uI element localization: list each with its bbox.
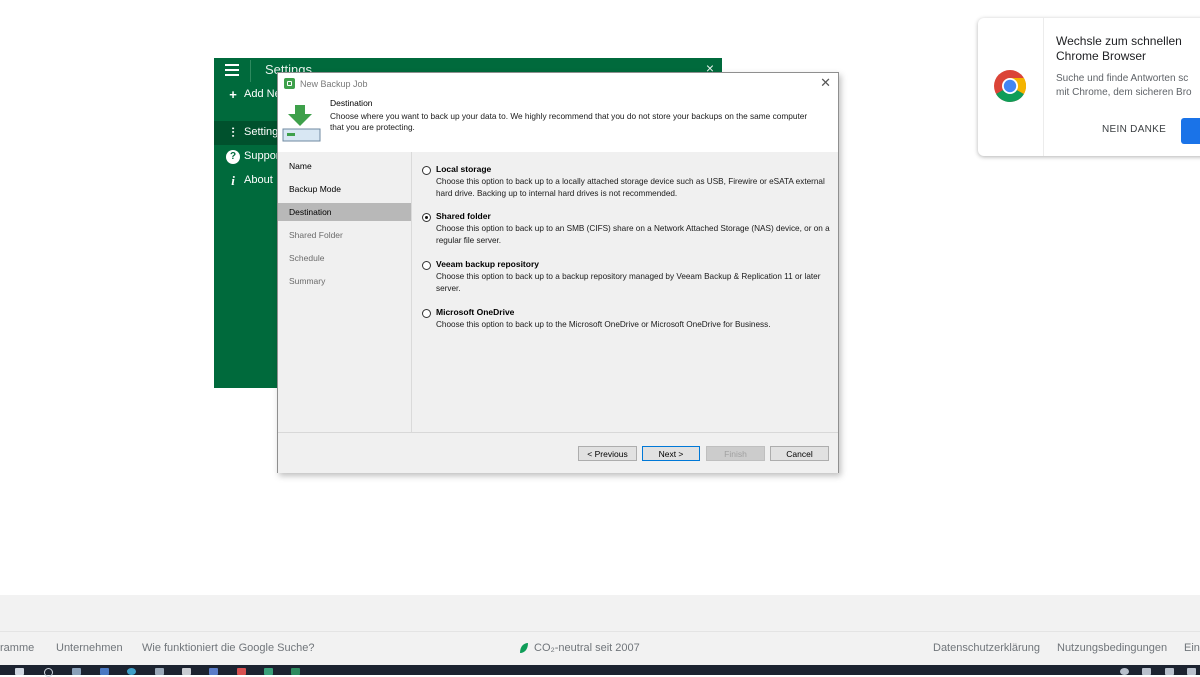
app-icon[interactable]	[182, 668, 191, 675]
promo-desc-line: mit Chrome, dem sicheren Bro	[1056, 87, 1192, 98]
footer-link-how-search-works[interactable]: Wie funktioniert die Google Suche?	[142, 642, 314, 654]
option-description: Choose this option to back up to a local…	[436, 177, 825, 198]
footer-link-privacy[interactable]: Datenschutzerklärung	[933, 642, 1040, 654]
search-icon[interactable]	[44, 668, 53, 677]
radio-shared-folder[interactable]	[422, 213, 431, 222]
chrome-logo-icon	[994, 70, 1027, 103]
tray-icon[interactable]	[1142, 668, 1151, 675]
footer-link-terms[interactable]: Nutzungsbedingungen	[1057, 642, 1167, 654]
info-icon: i	[231, 173, 235, 188]
step-label: Schedule	[289, 253, 325, 263]
option-title: Veeam backup repository	[436, 259, 539, 269]
option-title: Local storage	[436, 164, 492, 174]
step-shared-folder[interactable]: Shared Folder	[278, 226, 411, 244]
promo-title: Wechsle zum schnellen Chrome Browser	[1056, 34, 1182, 63]
leaf-icon	[520, 643, 528, 653]
previous-button[interactable]: < Previous	[578, 446, 637, 461]
option-title: Shared folder	[436, 211, 491, 221]
finish-button[interactable]: Finish	[706, 446, 765, 461]
veeam-taskbar-icon[interactable]	[291, 668, 300, 675]
windows-taskbar	[0, 665, 1200, 677]
google-footer: ramme Unternehmen Wie funktioniert die G…	[0, 595, 1200, 665]
menu-item-settings[interactable]: ⫶ Setting	[214, 121, 279, 145]
radio-veeam-repository[interactable]	[422, 261, 431, 270]
download-destination-icon	[282, 105, 321, 142]
step-description: Choose where you want to back up your da…	[330, 111, 808, 132]
option-description: Choose this option to back up to an SMB …	[436, 224, 830, 245]
step-summary[interactable]: Summary	[278, 272, 411, 290]
step-label: Summary	[289, 276, 326, 286]
veeam-app-icon	[284, 78, 295, 89]
step-label: Backup Mode	[289, 184, 341, 194]
menu-item-about[interactable]: i About	[214, 169, 277, 193]
radio-local-storage[interactable]	[422, 166, 431, 175]
step-name[interactable]: Name	[278, 157, 411, 175]
app-icon[interactable]	[264, 668, 273, 675]
app-icon[interactable]	[127, 668, 136, 675]
start-icon[interactable]	[15, 668, 24, 675]
radio-onedrive[interactable]	[422, 309, 431, 318]
wizard-steps: Name Backup Mode Destination Shared Fold…	[278, 152, 412, 432]
step-destination[interactable]: Destination	[278, 203, 411, 221]
app-icon[interactable]	[155, 668, 164, 675]
menu-item-label: Setting	[244, 126, 279, 138]
destination-options: Local storage Choose this option to back…	[412, 152, 838, 432]
cancel-button[interactable]: Cancel	[770, 446, 829, 461]
promo-desc-line: Suche und finde Antworten sc	[1056, 73, 1189, 84]
footer-link-company[interactable]: Unternehmen	[56, 642, 123, 654]
chrome-promo-popup: Wechsle zum schnellen Chrome Browser Suc…	[978, 18, 1200, 156]
dialog-button-bar: < Previous Next > Finish Cancel	[278, 432, 838, 473]
promo-divider	[1043, 18, 1044, 156]
tray-icon[interactable]	[1187, 668, 1196, 675]
menu-icon[interactable]	[225, 64, 239, 76]
footer-link-programs[interactable]: ramme	[0, 642, 34, 654]
help-icon: ?	[226, 150, 240, 164]
promo-description: Suche und finde Antworten sc mit Chrome,…	[1056, 72, 1200, 100]
tray-icon[interactable]	[1165, 668, 1174, 675]
menu-item-label: Suppor	[244, 150, 280, 162]
plus-icon: +	[229, 87, 237, 102]
next-button[interactable]: Next >	[642, 446, 700, 461]
step-title: Destination	[330, 98, 373, 108]
taskview-icon[interactable]	[72, 668, 81, 675]
step-schedule[interactable]: Schedule	[278, 249, 411, 267]
footer-carbon-neutral[interactable]: CO₂-neutral seit 2007	[534, 642, 640, 654]
option-description: Choose this option to back up to the Mic…	[436, 320, 771, 329]
decline-button[interactable]: NEIN DANKE	[1102, 124, 1166, 135]
sliders-icon: ⫶	[231, 125, 235, 140]
new-backup-job-dialog: New Backup Job ✕ Destination Choose wher…	[277, 72, 839, 473]
footer-divider	[0, 631, 1200, 632]
footer-link-settings[interactable]: Ein	[1184, 642, 1200, 654]
option-description: Choose this option to back up to a backu…	[436, 272, 821, 293]
menu-item-label: Add Ne	[244, 88, 281, 100]
dialog-title: New Backup Job	[300, 79, 368, 89]
option-title: Microsoft OneDrive	[436, 307, 515, 317]
tray-icon[interactable]	[1120, 668, 1129, 675]
app-icon[interactable]	[209, 668, 218, 675]
menu-item-label: About	[244, 174, 273, 186]
menu-item-support[interactable]: ? Suppor	[214, 145, 280, 169]
close-icon[interactable]: ✕	[820, 75, 831, 91]
menu-item-add-new[interactable]: + Add Ne	[214, 83, 281, 107]
step-label: Destination	[289, 207, 332, 217]
app-icon[interactable]	[237, 668, 246, 675]
step-label: Shared Folder	[289, 230, 343, 240]
step-label: Name	[289, 161, 312, 171]
title-divider	[250, 60, 251, 82]
app-icon[interactable]	[100, 668, 109, 675]
step-backup-mode[interactable]: Backup Mode	[278, 180, 411, 198]
accept-button[interactable]	[1181, 118, 1200, 144]
